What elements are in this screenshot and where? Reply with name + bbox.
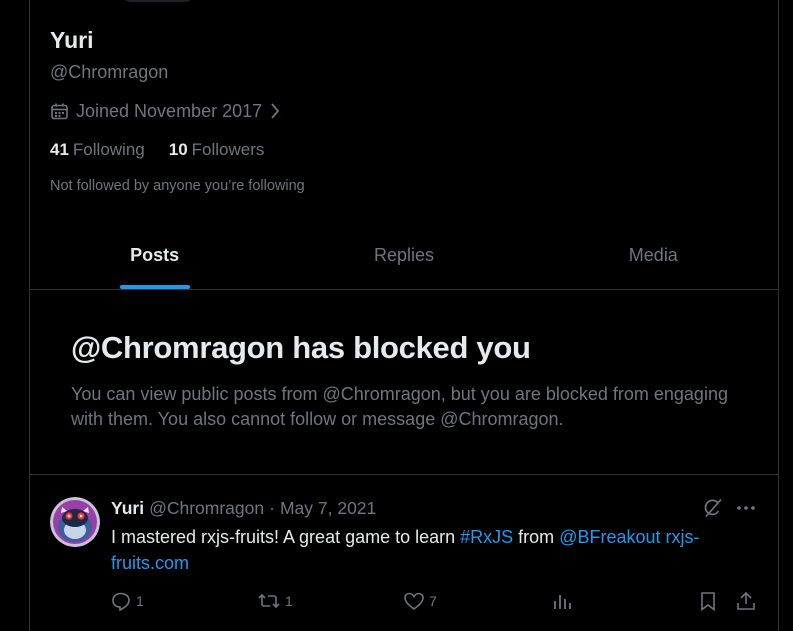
tab-media-label: Media	[628, 245, 678, 265]
divider	[30, 474, 778, 475]
not-followed-note: Not followed by anyone you’re following	[50, 178, 305, 194]
more-icon[interactable]	[735, 497, 757, 524]
views-icon	[551, 590, 573, 612]
tab-posts[interactable]: Posts	[30, 222, 279, 289]
tab-media[interactable]: Media	[529, 222, 778, 289]
tweet[interactable]: Yuri @Chromragon · May 7, 2021 I mastere…	[30, 476, 778, 631]
profile-avatar[interactable]	[118, 0, 198, 2]
tab-posts-label: Posts	[130, 245, 180, 265]
share-icon	[735, 590, 757, 612]
joined-date[interactable]: Joined November 2017	[50, 100, 281, 122]
repost-icon	[257, 590, 281, 612]
profile-tabs: Posts Replies Media	[30, 222, 778, 290]
mention-link[interactable]: @BFreakout	[559, 527, 660, 547]
profile-column: Yuri @Chromragon Joined November 2017 41…	[29, 0, 779, 631]
bookmark-icon	[697, 590, 719, 612]
like-count: 7	[429, 593, 437, 609]
repost-count: 1	[285, 593, 293, 609]
tweet-text-part: from	[513, 527, 560, 547]
calendar-icon	[50, 102, 69, 121]
followers-label: Followers	[191, 140, 265, 159]
followers-count: 10	[168, 140, 188, 159]
tweet-header: Yuri @Chromragon · May 7, 2021	[111, 498, 376, 519]
tweet-separator: ·	[269, 498, 275, 518]
like-icon	[403, 590, 425, 612]
blocked-title: @Chromragon has blocked you	[71, 330, 531, 365]
tweet-author-name[interactable]: Yuri	[111, 498, 144, 519]
tweet-actions: 1 1 7	[30, 590, 778, 614]
reply-icon	[110, 590, 132, 612]
blocked-notice: @Chromragon has blocked you You can view…	[71, 330, 731, 432]
followers-link[interactable]: 10 Followers	[169, 140, 265, 160]
hashtag-link[interactable]: #RxJS	[460, 527, 513, 547]
repost-button[interactable]: 1	[257, 590, 293, 612]
profile-name: Yuri	[50, 27, 94, 53]
chevron-right-icon	[269, 102, 281, 120]
tweet-text-part: I mastered rxjs-fruits! A great game to …	[111, 527, 461, 547]
grok-icon[interactable]	[702, 497, 724, 524]
profile-handle: @Chromragon	[50, 62, 169, 82]
tweet-text: I mastered rxjs-fruits! A great game to …	[111, 524, 751, 576]
joined-label: Joined November 2017	[76, 100, 263, 121]
views-button[interactable]	[551, 590, 573, 612]
reply-button[interactable]: 1	[110, 590, 144, 612]
tweet-date[interactable]: May 7, 2021	[280, 498, 376, 519]
active-tab-indicator	[119, 285, 190, 289]
blocked-description: You can view public posts from @Chromrag…	[71, 384, 728, 429]
tab-replies[interactable]: Replies	[279, 222, 528, 289]
reply-count: 1	[136, 593, 144, 609]
following-label: Following	[72, 140, 145, 159]
share-button[interactable]	[735, 590, 757, 612]
tab-replies-label: Replies	[373, 245, 434, 265]
tweet-author-handle[interactable]: @Chromragon	[149, 498, 264, 519]
like-button[interactable]: 7	[403, 590, 437, 612]
bookmark-button[interactable]	[697, 590, 719, 612]
following-link[interactable]: 41 Following	[50, 140, 145, 160]
follow-stats: 41 Following 10 Followers	[50, 140, 264, 160]
avatar[interactable]	[50, 497, 100, 547]
following-count: 41	[50, 140, 69, 159]
